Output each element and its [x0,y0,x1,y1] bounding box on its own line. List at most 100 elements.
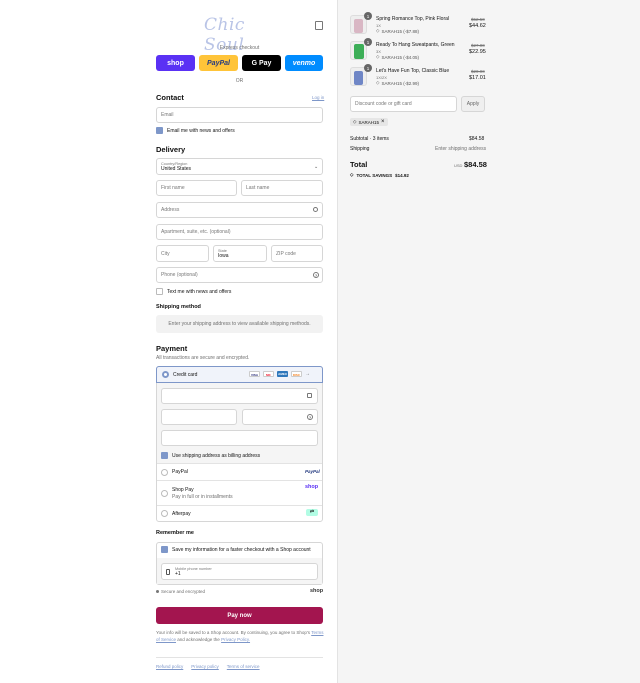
login-link[interactable]: Log in [312,95,324,100]
refund-policy-link[interactable]: Refund policy [156,664,183,669]
card-number-field[interactable] [161,388,318,404]
discover-icon: DISC [291,371,302,377]
last-name-placeholder: Last name [246,185,270,191]
shipping-label: Shipping [350,146,370,152]
total-label: Total [350,160,368,169]
google-pay-button[interactable]: G Pay [242,55,281,71]
email-news-option[interactable]: Email me with news and offers [156,127,235,134]
paypal-option[interactable]: PayPal [157,463,322,480]
privacy-policy-link[interactable]: Privacy policy [191,664,219,669]
cart-icon[interactable] [315,21,323,30]
shop-label: shop [167,59,184,67]
text-news-checkbox[interactable] [156,288,163,295]
tag-icon: ◇ [353,119,357,124]
card-brands: VISA MC AMEX DISC → [249,371,310,377]
zip-field[interactable]: ZIP code [271,245,323,262]
address-field[interactable]: Address [156,202,323,218]
mastercard-icon: MC [263,371,274,377]
save-info-label: Save my information for a faster checkou… [172,546,311,553]
paypal-radio[interactable] [161,468,168,476]
last-name-field[interactable]: Last name [241,180,323,196]
secure-label: Secure and encrypted [161,589,206,594]
first-name-field[interactable]: First name [156,180,237,196]
text-news-label: Text me with news and offers [167,288,232,295]
venmo-button[interactable]: venmo [285,55,323,71]
search-icon [313,207,318,212]
credit-card-radio[interactable] [162,371,169,378]
expiry-field[interactable] [161,409,237,425]
phone-field[interactable]: Phone (optional) [156,267,323,283]
shop-pay-sublabel: Pay in full or in installments [172,493,233,500]
pay-now-button[interactable]: Pay now [156,607,323,624]
city-field[interactable]: City [156,245,209,262]
paypal-button[interactable]: PayPal [199,55,238,71]
email-news-checkbox[interactable] [156,127,163,134]
store-logo[interactable]: Chic Soul [204,15,274,55]
item-discount: ◇ SARAH15 (-$4.05) [376,54,419,60]
email-field[interactable]: Email [156,107,323,123]
discount-code-field[interactable]: Discount code or gift card [350,96,457,112]
shop-pay-label: Shop Pay [172,486,194,493]
item-price: $44.62 [469,23,486,29]
save-info-option[interactable]: Save my information for a faster checkou… [161,546,311,553]
afterpay-radio[interactable] [161,510,168,517]
billing-checkbox[interactable] [161,452,168,459]
cardholder-name-field[interactable] [161,430,318,446]
help-icon[interactable]: ? [313,272,319,278]
more-cards-icon: → [305,371,310,377]
terms-of-service-link[interactable]: Terms of service [227,664,260,669]
shop-pay-option[interactable]: Shop Pay Pay in full or in installments [157,480,322,505]
old-price: $27.00 [471,43,485,48]
order-summary: 1 Spring Romance Top, Pink Floral 1X ◇ SA… [337,0,640,683]
city-placeholder: City [161,250,170,257]
afterpay-label: Afterpay [172,510,191,517]
product-shape [354,19,363,33]
pay-now-label: Pay now [227,612,252,619]
product-name: Ready To Hang Sweatpants, Green [376,42,455,48]
apartment-field[interactable]: Apartment, suite, etc. (optional) [156,224,323,240]
total-value: $84.58 [464,160,487,169]
chevron-down-icon: ⌄ [314,164,319,170]
email-placeholder: Email [161,112,174,118]
secure-note: Secure and encrypted [156,589,205,594]
address-placeholder: Address [161,207,180,213]
discount-tag: ◇ SARAH15 × [350,118,388,126]
quantity-badge: 1 [364,12,372,20]
country-select[interactable]: Country/Region United States [156,158,323,175]
subtotal-label: Subtotal · 3 items [350,136,389,142]
old-price: $20.00 [471,69,485,74]
tag-icon: ◇ [376,54,380,59]
payment-subtitle: All transactions are secure and encrypte… [156,355,250,361]
product-name: Let's Have Fun Top, Classic Blue [376,68,450,74]
save-info-checkbox[interactable] [161,546,168,553]
visa-icon: VISA [249,371,260,377]
phone-placeholder: Phone (optional) [161,272,198,278]
subtotal-value: $84.58 [469,136,485,142]
shop-pay-button[interactable]: shop [156,55,195,71]
privacy-link[interactable]: Privacy Policy. [221,637,250,642]
amex-icon: AMEX [277,371,288,377]
remember-me-title: Remember me [156,530,194,536]
venmo-label: venmo [292,59,316,67]
product-name: Spring Romance Top, Pink Floral [376,16,449,22]
footer-links: Refund policy Privacy policy Terms of se… [156,664,260,669]
shop-pay-logo: shop [305,484,319,490]
state-select[interactable]: State Iowa [213,245,267,262]
cvv-help-icon[interactable]: ? [307,414,313,420]
shop-pay-radio[interactable] [161,489,168,497]
text-news-option[interactable]: Text me with news and offers [156,288,231,295]
mobile-phone-field[interactable]: Mobile phone number +1 [161,563,318,580]
savings-label: TOTAL SAVINGS [356,172,393,178]
currency-label: USD [454,163,463,168]
quantity-badge: 1 [364,64,372,72]
billing-option[interactable]: Use shipping address as billing address [161,452,260,459]
afterpay-option[interactable]: Afterpay [157,505,322,521]
shipping-method-message: Enter your shipping address to view avai… [156,315,323,333]
tag-icon: ◇ [376,28,380,33]
remove-discount-icon[interactable]: × [381,119,385,125]
shipping-method-title: Shipping method [156,304,201,310]
apply-button[interactable]: Apply [461,96,485,112]
item-discount: ◇ SARAH15 (-$2.99) [376,80,419,86]
contact-title: Contact [156,93,184,102]
lock-icon [307,393,312,398]
